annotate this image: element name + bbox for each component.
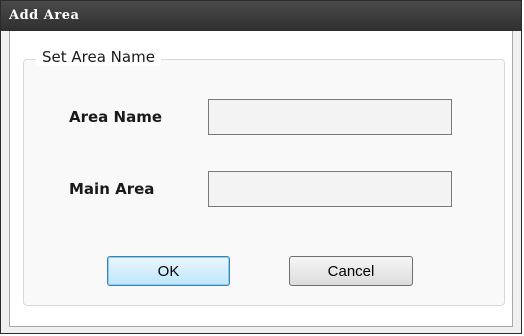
ok-button-label: OK (157, 262, 180, 280)
main-area-input[interactable] (208, 171, 452, 207)
window-title: Add Area (9, 8, 80, 23)
groupbox-legend: Set Area Name (36, 48, 161, 66)
area-name-label: Area Name (69, 108, 163, 126)
ok-button[interactable]: OK (107, 256, 230, 286)
cancel-button[interactable]: Cancel (289, 256, 413, 286)
title-bar[interactable]: Add Area (1, 1, 521, 31)
cancel-button-label: Cancel (327, 262, 375, 280)
main-area-label: Main Area (69, 180, 155, 198)
area-name-input[interactable] (208, 99, 452, 135)
